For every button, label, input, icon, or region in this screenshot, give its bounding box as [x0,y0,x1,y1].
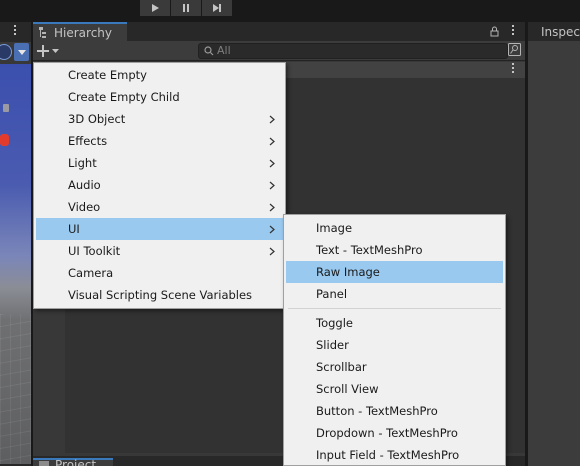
scene-tab-bar [0,22,31,40]
menu-item-create-empty-child[interactable]: Create Empty Child [34,86,285,108]
scene-toolbar [0,42,31,64]
menu-item-label: Input Field - TextMeshPro [316,448,460,462]
search-icon [204,46,214,56]
hierarchy-toolbar: All [33,41,525,61]
pause-button[interactable] [171,0,202,16]
plus-icon [37,45,49,57]
menu-item-image[interactable]: Image [284,217,505,239]
scene-grid [0,314,31,464]
menu-item-ui[interactable]: UI [36,218,283,240]
globe-icon[interactable] [0,44,12,60]
menu-item-label: Dropdown - TextMeshPro [316,426,458,440]
tab-inspector-label: Inspector [541,24,580,39]
chevron-right-icon [269,225,275,234]
step-button[interactable] [202,0,233,16]
create-menu: Create Empty Create Empty Child 3D Objec… [33,62,286,309]
play-button[interactable] [140,0,171,16]
menu-item-raw-image[interactable]: Raw Image [286,261,503,283]
menu-item-label: Scrollbar [316,360,367,374]
menu-separator [288,308,501,309]
menu-item-slider[interactable]: Slider [284,334,505,356]
menu-item-label: Toggle [316,316,353,330]
playmode-controls [140,0,233,16]
chevron-right-icon [269,159,275,168]
hierarchy-tab-bar: Hierarchy [33,22,525,41]
menu-item-label: Text - TextMeshPro [316,243,423,257]
menu-item-scrollbar[interactable]: Scrollbar [284,356,505,378]
menu-item-scroll-view[interactable]: Scroll View [284,378,505,400]
tab-project-label: Project [55,458,97,466]
search-input[interactable]: All [198,43,508,59]
scene-view-panel [0,22,31,466]
menu-item-label: Scroll View [316,382,379,396]
menu-item-audio[interactable]: Audio [34,174,285,196]
scene-gizmo-icon [3,104,9,112]
scene-filter-icon[interactable] [508,43,521,56]
inspector-body [528,41,580,466]
menu-item-label: Create Empty [68,68,147,82]
chevron-right-icon [269,137,275,146]
menu-item-label: Light [68,156,97,170]
menu-item-dropdown-textmeshpro[interactable]: Dropdown - TextMeshPro [284,422,505,444]
menu-item-panel[interactable]: Panel [284,283,505,305]
create-button[interactable] [37,43,65,59]
menu-item-video[interactable]: Video [34,196,285,218]
main-toolbar [0,0,580,18]
chevron-down-icon [52,48,59,53]
menu-item-button-textmeshpro[interactable]: Button - TextMeshPro [284,400,505,422]
menu-item-label: Create Empty Child [68,90,180,104]
menu-item-visual-scripting-scene-variables[interactable]: Visual Scripting Scene Variables [34,284,285,306]
light-gizmo-icon[interactable] [0,134,9,146]
menu-item-label: 3D Object [68,112,126,126]
lock-icon[interactable] [490,26,499,37]
menu-item-label: UI Toolkit [68,244,121,258]
chevron-right-icon [269,203,275,212]
folder-icon [39,461,49,466]
menu-item-label: Effects [68,134,108,148]
menu-item-label: Audio [68,178,101,192]
tab-inspector[interactable]: Inspector [528,22,580,41]
play-icon [152,4,159,12]
chevron-right-icon [269,247,275,256]
menu-item-input-field-textmeshpro[interactable]: Input Field - TextMeshPro [284,444,505,466]
ui-submenu: Image Text - TextMeshPro Raw Image Panel… [283,214,506,466]
menu-item-light[interactable]: Light [34,152,285,174]
menu-item-ui-toolkit[interactable]: UI Toolkit [34,240,285,262]
menu-item-3d-object[interactable]: 3D Object [34,108,285,130]
more-options-icon[interactable] [512,25,514,37]
more-options-icon[interactable] [14,25,16,37]
menu-item-label: Video [68,200,101,214]
tab-hierarchy[interactable]: Hierarchy [33,22,127,41]
chevron-down-icon[interactable] [14,43,29,61]
menu-item-label: Panel [316,287,348,301]
unity-editor: Hierarchy All Project Inspec Create Empt… [0,0,580,466]
menu-item-label: UI [68,222,80,236]
chevron-right-icon [269,115,275,124]
search-placeholder: All [217,44,231,57]
hierarchy-icon [39,27,46,38]
inspector-panel: Inspector [528,22,580,466]
menu-item-label: Camera [68,266,114,280]
menu-item-toggle[interactable]: Toggle [284,312,505,334]
menu-item-label: Raw Image [316,265,380,279]
menu-item-camera[interactable]: Camera [34,262,285,284]
menu-item-text-textmeshpro[interactable]: Text - TextMeshPro [284,239,505,261]
menu-item-create-empty[interactable]: Create Empty [34,64,285,86]
scene-viewport[interactable] [0,64,31,464]
step-icon [213,4,221,12]
menu-item-effects[interactable]: Effects [34,130,285,152]
tab-hierarchy-label: Hierarchy [54,25,113,40]
tab-project[interactable]: Project [33,458,113,466]
menu-item-label: Image [316,221,353,235]
menu-item-label: Visual Scripting Scene Variables [68,288,253,302]
menu-item-label: Slider [316,338,349,352]
pause-icon [183,4,189,12]
chevron-right-icon [269,181,275,190]
more-options-icon[interactable] [512,63,514,75]
menu-item-label: Button - TextMeshPro [316,404,438,418]
